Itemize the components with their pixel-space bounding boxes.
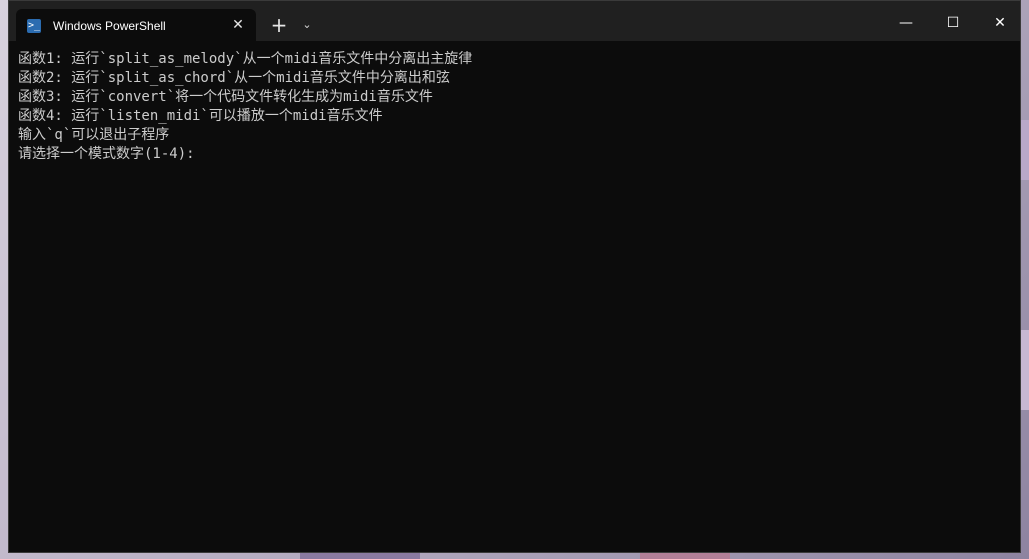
powershell-icon: >_ <box>27 18 41 33</box>
terminal-output[interactable]: 函数1: 运行`split_as_melody`从一个midi音乐文件中分离出主… <box>9 41 1020 552</box>
title-bar[interactable]: >_ Windows PowerShell ✕ + ⌄ — ☐ ✕ <box>9 1 1020 42</box>
terminal-line: 函数3: 运行`convert`将一个代码文件转化生成为midi音乐文件 <box>18 89 433 105</box>
maximize-button[interactable]: ☐ <box>941 11 965 35</box>
terminal-prompt: 请选择一个模式数字(1-4): <box>18 146 195 162</box>
terminal-line: 函数1: 运行`split_as_melody`从一个midi音乐文件中分离出主… <box>18 51 473 67</box>
terminal-line: 函数2: 运行`split_as_chord`从一个midi音乐文件中分离出和弦 <box>18 70 450 86</box>
terminal-line: 输入`q`可以退出子程序 <box>18 127 170 143</box>
profile-dropdown-chevron-icon[interactable]: ⌄ <box>299 17 315 33</box>
desktop-background: >_ Windows PowerShell ✕ + ⌄ — ☐ ✕ 函数1: 运… <box>0 0 1029 559</box>
powershell-window: >_ Windows PowerShell ✕ + ⌄ — ☐ ✕ 函数1: 运… <box>8 0 1021 553</box>
tab-close-icon[interactable]: ✕ <box>230 17 246 33</box>
minimize-button[interactable]: — <box>894 11 918 35</box>
tab-powershell[interactable]: >_ Windows PowerShell ✕ <box>16 9 256 42</box>
new-tab-button[interactable]: + <box>269 15 289 35</box>
terminal-line: 函数4: 运行`listen_midi`可以播放一个midi音乐文件 <box>18 108 383 124</box>
tab-title: Windows PowerShell <box>53 18 166 33</box>
close-button[interactable]: ✕ <box>988 11 1012 35</box>
